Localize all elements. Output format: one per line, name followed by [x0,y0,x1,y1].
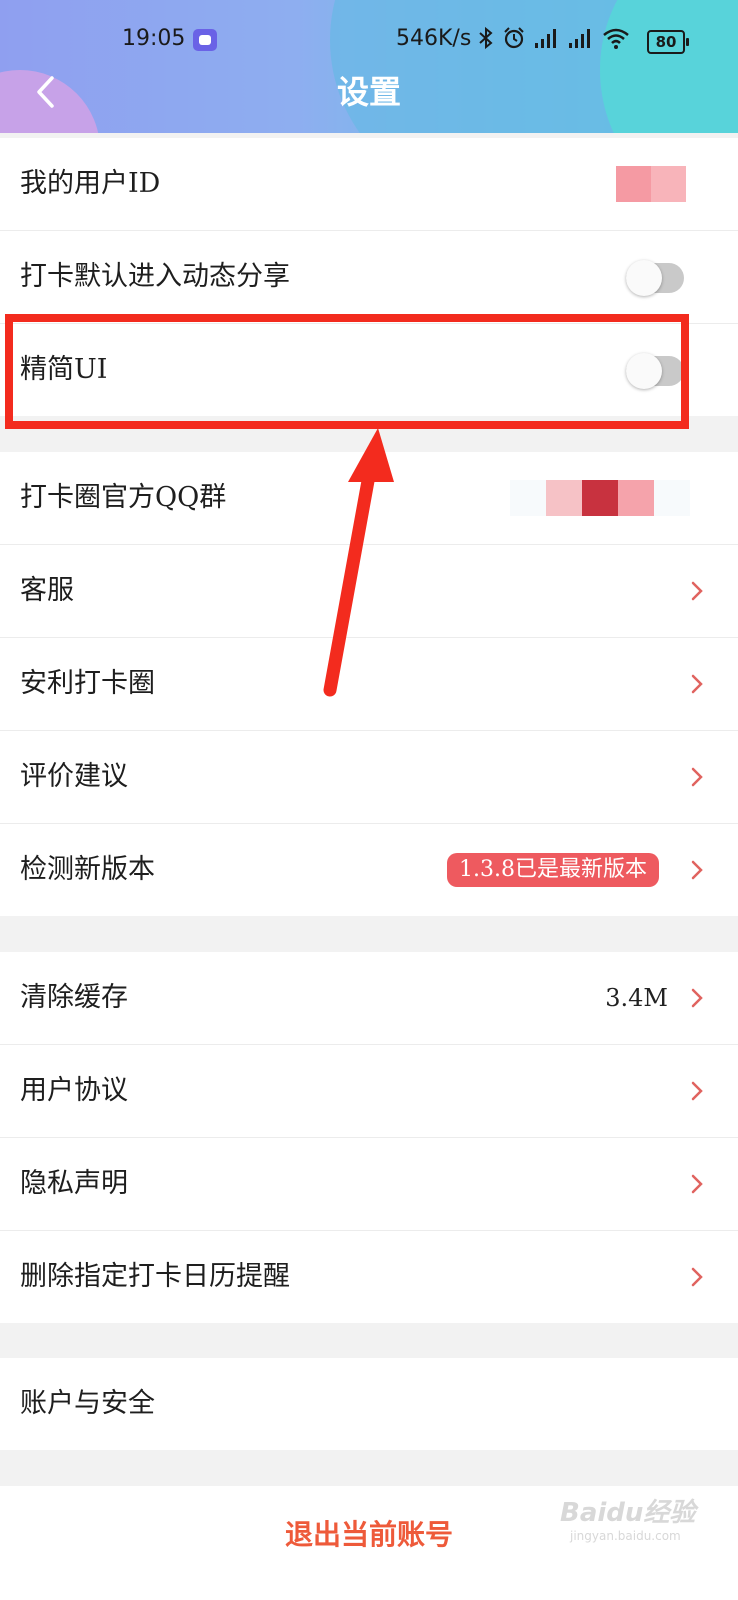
row-label: 删除指定打卡日历提醒 [20,1261,290,1292]
page-title: 设置 [336,73,401,111]
row-label: 用户协议 [20,1075,128,1106]
row-label: 打卡圈官方QQ群 [20,482,227,513]
status-bar: 19:05 546K/s 80 [0,22,738,58]
annotation-arrow-icon [323,428,394,697]
row-label: 清除缓存 [20,982,128,1013]
app-icon [193,29,217,51]
chevron-right-icon [691,1081,703,1101]
row-label: 客服 [20,575,74,606]
settings-page: 19:05 546K/s 80 设置 我的用户ID 打卡默认进入动态分享 精简U… [0,0,738,1600]
section-security: 账户与安全 [0,1358,738,1450]
chevron-right-icon [691,581,703,601]
cache-size-value: 3.4M [605,984,668,1012]
signal-icon [568,26,594,50]
wifi-icon [602,26,630,50]
row-label: 打卡默认进入动态分享 [20,261,290,292]
header: 19:05 546K/s 80 设置 [0,0,738,133]
chevron-right-icon [691,767,703,787]
toggle-knob [626,260,662,296]
signal-icon [534,26,560,50]
user-id-value-blurred [616,166,686,202]
qq-group-value-blurred [510,480,690,516]
chevron-right-icon [691,860,703,880]
version-badge: 1.3.8已是最新版本 [447,853,659,887]
row-label: 评价建议 [20,761,128,792]
row-user-agreement[interactable]: 用户协议 [0,1045,738,1138]
chevron-right-icon [691,988,703,1008]
chevron-right-icon [691,1267,703,1287]
row-clear-cache[interactable]: 清除缓存 3.4M [0,952,738,1045]
highlight-box [5,314,689,429]
row-label: 安利打卡圈 [20,668,155,699]
share-default-toggle[interactable] [626,260,684,296]
status-net-speed: 546K/s [396,26,472,51]
watermark: Baidu经验 jingyan.baidu.com [560,1492,695,1543]
chevron-right-icon [691,1174,703,1194]
bluetooth-icon [478,26,494,50]
section-general: 清除缓存 3.4M 用户协议 隐私声明 删除指定打卡日历提醒 [0,952,738,1323]
row-account-security[interactable]: 账户与安全 [0,1358,738,1450]
chevron-right-icon [691,674,703,694]
watermark-logo: Baidu经验 [560,1498,696,1528]
row-label: 账户与安全 [20,1388,155,1419]
row-feedback[interactable]: 评价建议 [0,731,738,824]
row-delete-reminder[interactable]: 删除指定打卡日历提醒 [0,1231,738,1323]
row-privacy[interactable]: 隐私声明 [0,1138,738,1231]
alarm-icon [502,26,526,50]
row-label: 隐私声明 [20,1168,128,1199]
watermark-url: jingyan.baidu.com [570,1529,681,1543]
row-check-update[interactable]: 检测新版本 1.3.8已是最新版本 [0,824,738,916]
row-share-default[interactable]: 打卡默认进入动态分享 [0,231,738,324]
status-time: 19:05 [122,26,186,51]
row-user-id[interactable]: 我的用户ID [0,138,738,231]
status-icons [478,26,630,50]
row-label: 检测新版本 [20,854,155,885]
battery-icon: 80 [647,30,689,54]
row-label: 我的用户ID [20,168,161,199]
